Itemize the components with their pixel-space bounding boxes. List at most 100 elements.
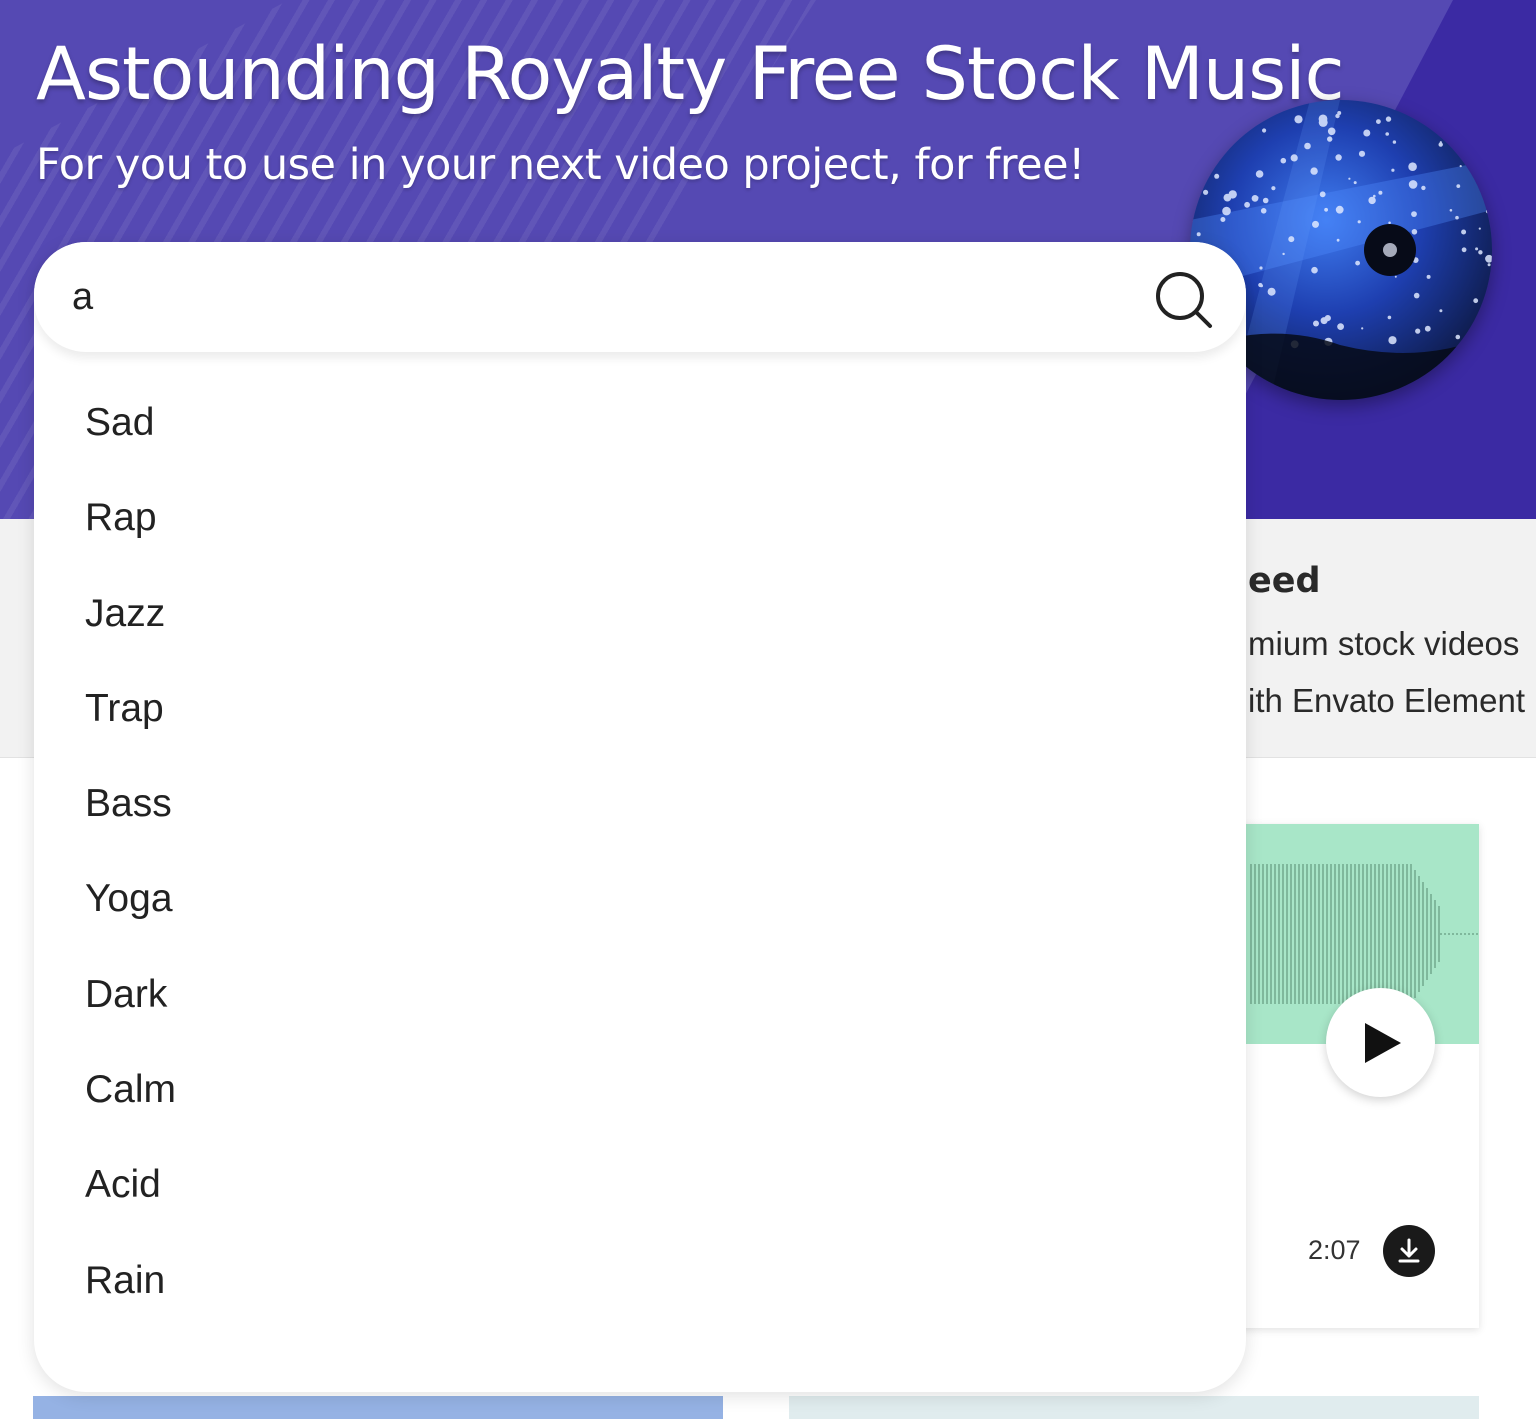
suggestion-list: Sad Rap Jazz Trap Bass Yoga Dark Calm Acid Rain — [34, 375, 1246, 1328]
confetti-dot — [1214, 173, 1220, 179]
confetti-dot — [1228, 190, 1237, 199]
confetti-dot — [1335, 113, 1340, 119]
confetti-dot — [1413, 292, 1420, 299]
confetti-dot — [1327, 136, 1333, 142]
confetti-dot — [1336, 238, 1340, 242]
waveform-dot — [1456, 933, 1458, 935]
confetti-dot — [1260, 208, 1267, 214]
confetti-dot — [1478, 227, 1481, 230]
waveform-bar — [1338, 864, 1340, 1004]
confetti-dot — [1426, 274, 1431, 279]
waveform-bar — [1302, 864, 1304, 1004]
waveform-bar — [1386, 864, 1388, 1004]
suggestion-item[interactable]: Rain — [34, 1233, 1246, 1328]
suggestion-item[interactable]: Bass — [34, 756, 1246, 851]
waveform-bar — [1290, 864, 1292, 1004]
waveform-bar — [1306, 864, 1308, 1004]
waveform-bar — [1274, 864, 1276, 1004]
confetti-dot — [1196, 232, 1201, 237]
confetti-dot — [1461, 229, 1467, 235]
confetti-dot — [1290, 154, 1298, 162]
confetti-dot — [1357, 220, 1361, 224]
promo-title: eed — [1248, 561, 1321, 601]
waveform-bar — [1422, 882, 1424, 986]
waveform-bar — [1294, 864, 1296, 1004]
waveform-bar — [1350, 864, 1352, 1004]
search-icon[interactable] — [1154, 270, 1214, 330]
promo-text-line: mium stock videos — [1248, 625, 1520, 662]
confetti-dot — [1361, 327, 1364, 330]
waveform-bar — [1406, 864, 1408, 1004]
waveform-bar — [1266, 864, 1268, 1004]
suggestion-item[interactable]: Acid — [34, 1137, 1246, 1232]
confetti-dot — [1411, 211, 1417, 217]
confetti-dot — [1230, 140, 1233, 143]
waveform-bar — [1262, 864, 1264, 1004]
suggestion-item[interactable]: Sad — [34, 375, 1246, 470]
waveform-dot — [1476, 933, 1478, 935]
confetti-dot — [1313, 320, 1319, 327]
waveform-bar — [1270, 864, 1272, 1004]
confetti-dot — [1318, 114, 1328, 124]
waveform-bar — [1430, 894, 1432, 974]
waveform-bar — [1378, 864, 1380, 1004]
download-button[interactable] — [1383, 1225, 1435, 1277]
waveform-bar — [1254, 864, 1256, 1004]
confetti-dot — [1449, 209, 1453, 212]
waveform-bar — [1286, 864, 1288, 1004]
confetti-dot — [1327, 127, 1336, 136]
waveform-bar — [1342, 864, 1344, 1004]
confetti-dot — [1195, 178, 1200, 184]
suggestion-item[interactable]: Yoga — [34, 851, 1246, 946]
waveform-bar — [1310, 864, 1312, 1004]
confetti-dot — [1255, 170, 1264, 178]
waveform-bar — [1322, 864, 1324, 1004]
waveform-bar — [1426, 888, 1428, 980]
confetti-dot — [1473, 298, 1479, 304]
waveform-dot — [1472, 933, 1474, 935]
confetti-dot — [1387, 315, 1392, 320]
suggestion-item[interactable]: Rap — [34, 470, 1246, 565]
waveform-bar — [1318, 864, 1320, 1004]
search-input[interactable] — [72, 266, 1152, 328]
waveform-bar — [1382, 864, 1384, 1004]
confetti-dot — [1385, 132, 1389, 136]
waveform-dot — [1444, 933, 1446, 935]
suggestion-item[interactable]: Calm — [34, 1042, 1246, 1137]
confetti-dot — [1459, 165, 1462, 168]
waveform-dot — [1464, 933, 1466, 935]
confetti-dot — [1461, 247, 1467, 253]
suggestion-item[interactable]: Dark — [34, 947, 1246, 1042]
confetti-dot — [1394, 275, 1397, 278]
confetti-dot — [1258, 282, 1263, 288]
track-thumbnail[interactable] — [33, 1396, 723, 1419]
waveform-bar — [1370, 864, 1372, 1004]
confetti-dot — [1294, 115, 1303, 124]
confetti-dot — [1373, 194, 1376, 198]
play-button[interactable] — [1326, 988, 1435, 1097]
confetti-dot — [1320, 317, 1328, 325]
confetti-dot — [1455, 334, 1461, 340]
track-thumbnail[interactable] — [789, 1396, 1479, 1419]
waveform-bar — [1314, 864, 1316, 1004]
waveform-bar — [1366, 864, 1368, 1004]
suggestion-item[interactable]: Jazz — [34, 566, 1246, 661]
suggestion-item[interactable]: Trap — [34, 661, 1246, 756]
confetti-dot — [1415, 328, 1421, 334]
promo-text-line: ith Envato Element — [1248, 682, 1525, 719]
confetti-dot — [1310, 167, 1318, 175]
confetti-dot — [1213, 138, 1219, 144]
waveform-bar — [1438, 906, 1440, 962]
confetti-dot — [1256, 196, 1259, 199]
confetti-dot — [1271, 186, 1276, 191]
confetti-dot — [1363, 129, 1371, 137]
confetti-dot — [1391, 168, 1395, 172]
hero-subtitle: For you to use in your next video projec… — [36, 140, 1085, 190]
confetti-dot — [1392, 140, 1397, 144]
confetti-dot — [1304, 142, 1311, 150]
waveform-bar — [1346, 864, 1348, 1004]
confetti-dot — [1311, 266, 1318, 274]
confetti-dot — [1355, 260, 1360, 266]
confetti-dot — [1319, 191, 1326, 198]
confetti-dot — [1411, 229, 1418, 235]
